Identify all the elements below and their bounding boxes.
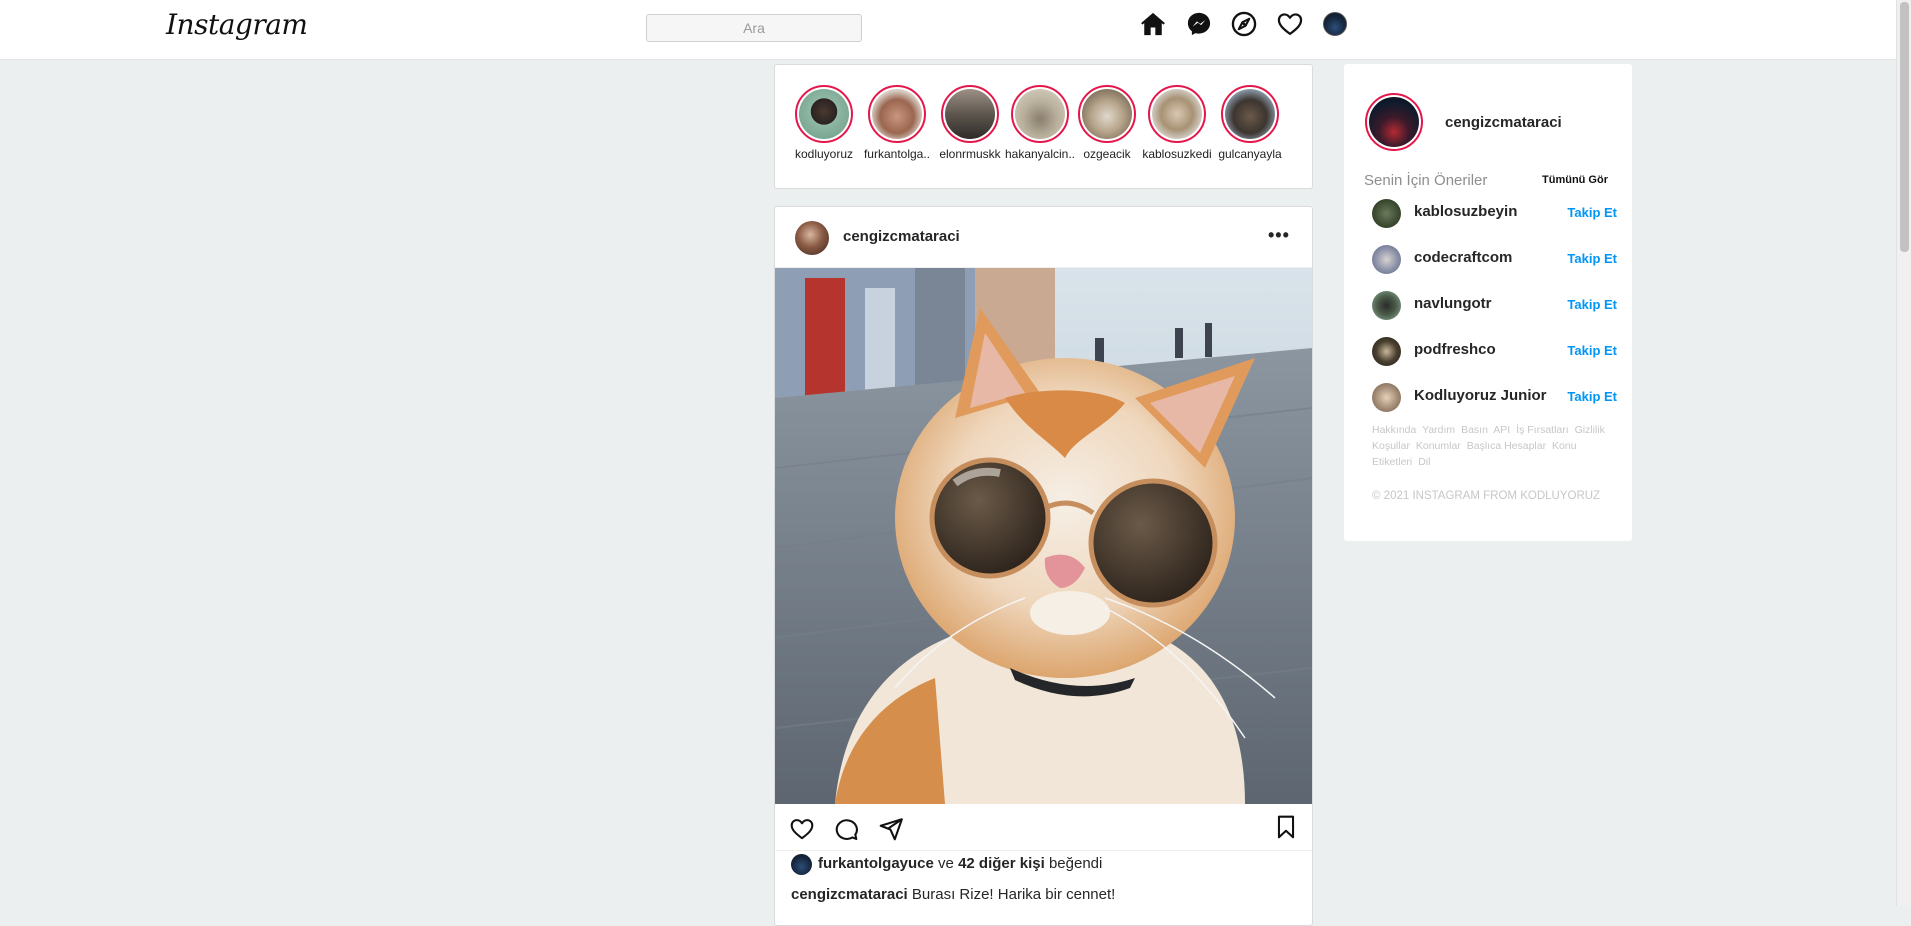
story-item[interactable]: gulcanyayla bbox=[1214, 85, 1286, 161]
follow-button[interactable]: Takip Et bbox=[1567, 297, 1617, 312]
footer-link[interactable]: Basın bbox=[1461, 424, 1488, 436]
suggestion-avatar[interactable] bbox=[1372, 383, 1401, 412]
story-item[interactable]: hakanyalcin.. bbox=[1004, 85, 1076, 161]
footer-link[interactable]: Başlıca Hesaplar bbox=[1467, 440, 1546, 452]
stories-bar: kodluyoruz furkantolga.. elonrmuskk haka… bbox=[774, 64, 1313, 189]
story-avatar bbox=[1015, 89, 1065, 139]
more-options-icon[interactable]: ••• bbox=[1268, 226, 1290, 244]
post-actions-bar bbox=[775, 804, 1312, 851]
footer-link[interactable]: Hakkında bbox=[1372, 424, 1416, 436]
explore-compass-icon[interactable] bbox=[1230, 10, 1258, 38]
suggestion-avatar[interactable] bbox=[1372, 199, 1401, 228]
suggestion-username[interactable]: kablosuzbeyin bbox=[1414, 203, 1517, 220]
story-username: gulcanyayla bbox=[1218, 147, 1282, 161]
current-user-avatar[interactable] bbox=[1365, 93, 1423, 151]
suggestion-row: codecraftcom Takip Et bbox=[1372, 243, 1617, 275]
suggestion-username[interactable]: codecraftcom bbox=[1414, 249, 1512, 266]
story-item[interactable]: ozgeacik bbox=[1071, 85, 1143, 161]
follow-button[interactable]: Takip Et bbox=[1567, 205, 1617, 220]
suggestion-row: Kodluyoruz Junior Takip Et bbox=[1372, 381, 1617, 413]
post-author-username[interactable]: cengizcmataraci bbox=[843, 228, 960, 245]
current-username[interactable]: cengizcmataraci bbox=[1445, 114, 1562, 131]
story-username: hakanyalcin.. bbox=[1004, 147, 1076, 161]
comment-icon[interactable] bbox=[833, 816, 859, 842]
post-author-avatar[interactable] bbox=[795, 221, 829, 255]
top-navbar: Instagram Ara bbox=[0, 0, 1896, 60]
story-username: ozgeacik bbox=[1083, 147, 1131, 161]
suggestion-username[interactable]: navlungotr bbox=[1414, 295, 1492, 312]
likes-summary: furkantolgayuce ve 42 diğer kişi beğendi bbox=[791, 852, 1102, 876]
footer-link[interactable]: API bbox=[1493, 424, 1510, 436]
story-avatar bbox=[872, 89, 922, 139]
likes-suffix: beğendi bbox=[1048, 855, 1103, 872]
story-item[interactable]: kodluyoruz bbox=[788, 85, 860, 161]
post-header: cengizcmataraci ••• bbox=[775, 207, 1312, 268]
story-item[interactable]: kablosuzkedi bbox=[1141, 85, 1213, 161]
story-avatar bbox=[1152, 89, 1202, 139]
suggestion-row: kablosuzbeyin Takip Et bbox=[1372, 197, 1617, 229]
copyright-text: © 2021 INSTAGRAM FROM KODLUYORUZ bbox=[1372, 490, 1601, 502]
right-sidebar: cengizcmataraci Senin İçin Öneriler Tümü… bbox=[1344, 64, 1632, 541]
suggestion-avatar[interactable] bbox=[1372, 337, 1401, 366]
story-item[interactable]: elonrmuskk bbox=[934, 85, 1006, 161]
instagram-logo[interactable]: Instagram bbox=[166, 8, 308, 41]
follow-button[interactable]: Takip Et bbox=[1567, 343, 1617, 358]
post-caption: cengizcmataraci Burası Rize! Harika bir … bbox=[791, 886, 1115, 903]
story-avatar bbox=[1225, 89, 1275, 139]
story-avatar bbox=[799, 89, 849, 139]
page-scrollbar[interactable] bbox=[1896, 0, 1911, 906]
suggestion-row: podfreshco Takip Et bbox=[1372, 335, 1617, 367]
follow-button[interactable]: Takip Et bbox=[1567, 389, 1617, 404]
share-send-icon[interactable] bbox=[878, 816, 904, 842]
see-all-link[interactable]: Tümünü Gör bbox=[1542, 174, 1608, 186]
suggestion-username[interactable]: Kodluyoruz Junior bbox=[1414, 387, 1547, 404]
footer-link[interactable]: İş Fırsatları bbox=[1516, 424, 1569, 436]
likes-connector: ve bbox=[938, 855, 954, 872]
caption-text: Burası Rize! Harika bir cennet! bbox=[911, 886, 1116, 903]
like-heart-icon[interactable] bbox=[789, 816, 815, 842]
liker-avatar[interactable] bbox=[791, 853, 812, 875]
likes-others-count[interactable]: 42 diğer kişi bbox=[958, 855, 1045, 872]
story-username: elonrmuskk bbox=[939, 147, 1001, 161]
suggestion-avatar[interactable] bbox=[1372, 245, 1401, 274]
caption-username[interactable]: cengizcmataraci bbox=[791, 886, 908, 903]
suggestions-title: Senin İçin Öneriler bbox=[1364, 172, 1488, 189]
story-username: furkantolga.. bbox=[863, 147, 931, 161]
suggestion-row: navlungotr Takip Et bbox=[1372, 289, 1617, 321]
post-image[interactable] bbox=[775, 268, 1312, 804]
messenger-icon[interactable] bbox=[1185, 10, 1213, 38]
suggestion-avatar[interactable] bbox=[1372, 291, 1401, 320]
search-input[interactable]: Ara bbox=[646, 14, 862, 42]
footer-link[interactable]: Konumlar bbox=[1416, 440, 1461, 452]
story-username: kablosuzkedi bbox=[1142, 147, 1212, 161]
liker-username[interactable]: furkantolgayuce bbox=[818, 855, 934, 872]
footer-links: Hakkında Yardım Basın API İş Fırsatları … bbox=[1372, 422, 1612, 470]
suggestion-username[interactable]: podfreshco bbox=[1414, 341, 1496, 358]
profile-avatar[interactable] bbox=[1323, 12, 1347, 36]
feed-post: cengizcmataraci ••• furkantolgayuce ve 4… bbox=[774, 206, 1313, 926]
heart-icon[interactable] bbox=[1276, 10, 1304, 38]
footer-link[interactable]: Yardım bbox=[1422, 424, 1455, 436]
story-avatar bbox=[945, 89, 995, 139]
footer-link[interactable]: Gizlilik bbox=[1575, 424, 1605, 436]
scrollbar-thumb[interactable] bbox=[1900, 2, 1909, 252]
footer-link[interactable]: Dil bbox=[1418, 456, 1430, 468]
story-item[interactable]: furkantolga.. bbox=[861, 85, 933, 161]
story-username: kodluyoruz bbox=[794, 147, 854, 161]
story-avatar bbox=[1082, 89, 1132, 139]
follow-button[interactable]: Takip Et bbox=[1567, 251, 1617, 266]
home-icon[interactable] bbox=[1139, 10, 1167, 38]
footer-link[interactable]: Koşullar bbox=[1372, 440, 1410, 452]
bookmark-save-icon[interactable] bbox=[1273, 814, 1299, 840]
